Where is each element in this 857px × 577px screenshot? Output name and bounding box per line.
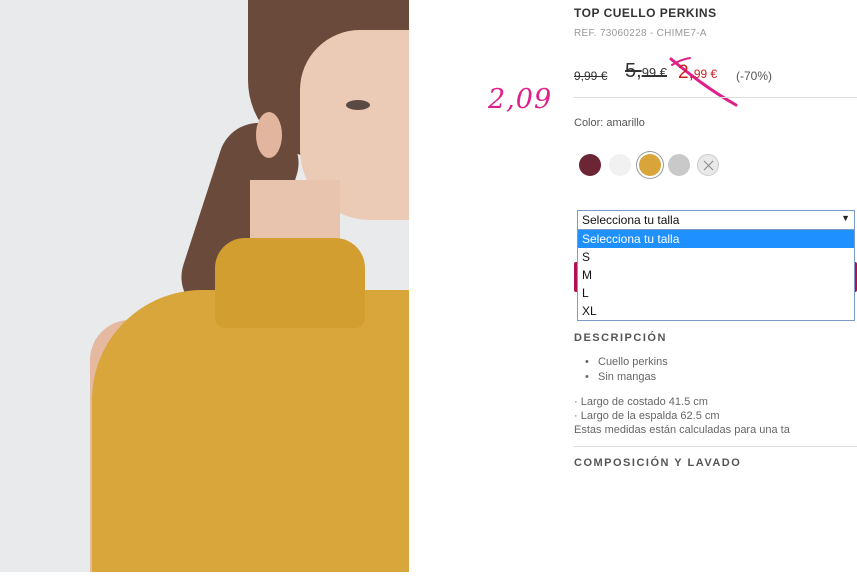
swatch-blanco[interactable]	[609, 154, 631, 176]
size-option-xl[interactable]: XL	[578, 302, 854, 320]
description-heading[interactable]: DESCRIPCIÓN	[574, 332, 667, 344]
discount-label: (-70%)	[736, 69, 773, 83]
swatch-unavailable-icon[interactable]	[697, 154, 719, 176]
price-current-main: 2,	[678, 62, 694, 83]
price-current: 2,99 €	[678, 62, 717, 84]
swatch-amarillo[interactable]	[639, 154, 661, 176]
price-original: 9,99 €	[574, 69, 608, 83]
product-ref: REF. 73060228 - CHIME7-A	[574, 28, 707, 39]
size-option-m[interactable]: M	[578, 266, 854, 284]
price-current-cents: 99 €	[693, 67, 718, 81]
measure-note: Estas medidas están calculadas para una …	[574, 424, 790, 436]
product-info-panel: TOP CUELLO PERKINS REF. 73060228 - CHIME…	[574, 0, 857, 577]
size-select[interactable]: Selecciona tu talla ▼	[577, 210, 855, 230]
measurements: · Largo de costado 41.5 cm · Largo de la…	[574, 395, 857, 437]
photo-collar	[215, 238, 365, 328]
size-option-placeholder[interactable]: Selecciona tu talla	[578, 230, 854, 248]
swatch-burdeos[interactable]	[579, 154, 601, 176]
photo-shirt	[92, 290, 409, 572]
size-option-s[interactable]: S	[578, 248, 854, 266]
photo-eye	[346, 100, 370, 110]
product-title: TOP CUELLO PERKINS	[574, 6, 717, 20]
handwritten-price: 2,09	[488, 84, 553, 115]
color-label: Color: amarillo	[574, 117, 645, 129]
color-swatches	[577, 154, 727, 178]
measure-side-length: · Largo de costado 41.5 cm	[574, 396, 708, 408]
photo-ear	[256, 112, 282, 158]
dropdown-arrow-icon[interactable]: ▼	[841, 213, 850, 223]
product-photo[interactable]	[0, 0, 409, 572]
divider	[574, 97, 857, 98]
description-bullet: Sin mangas	[585, 370, 668, 385]
divider	[574, 446, 857, 447]
price-previous-main: 5,	[625, 60, 642, 82]
description-bullets: Cuello perkins Sin mangas	[585, 355, 668, 385]
price-previous: 5,99 €	[625, 60, 667, 83]
size-select-value: Selecciona tu talla	[582, 213, 680, 227]
composition-heading[interactable]: COMPOSICIÓN Y LAVADO	[574, 457, 741, 469]
swatch-gris[interactable]	[668, 154, 690, 176]
measure-back-length: · Largo de la espalda 62.5 cm	[574, 410, 720, 422]
description-bullet: Cuello perkins	[585, 355, 668, 370]
size-option-l[interactable]: L	[578, 284, 854, 302]
price-previous-cents: 99 €	[641, 65, 667, 80]
size-dropdown-list: Selecciona tu talla S M L XL	[577, 229, 855, 321]
